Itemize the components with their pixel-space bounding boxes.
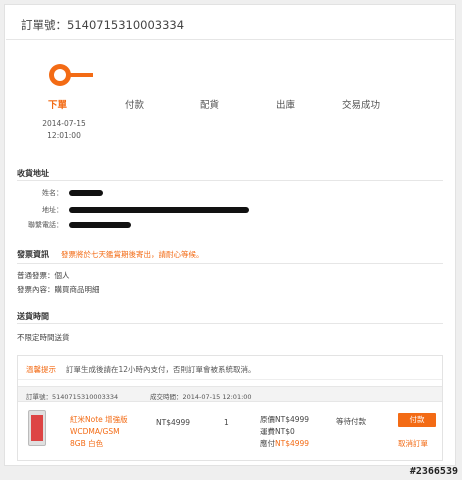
product-name-link[interactable]: 紅米Note 增強版 WCDMA/GSM 8GB 白色	[70, 414, 128, 450]
divider	[17, 323, 443, 324]
order-status: 等待付款	[336, 417, 366, 426]
invoice-note: 發票將於七天鑑賞期後寄出，請耐心等候。	[61, 250, 204, 259]
cancel-order-link[interactable]: 取消訂單	[398, 438, 428, 449]
product-variant: 8GB 白色	[70, 439, 104, 448]
redacted-phone	[69, 222, 131, 228]
order-summary-box: 溫馨提示 訂單生成後請在12小時內支付，否則訂單會被系統取消。 訂單號：5140…	[17, 355, 443, 461]
divider	[17, 180, 443, 181]
reminder-banner: 溫馨提示 訂單生成後請在12小時內支付，否則訂單會被系統取消。	[18, 356, 442, 380]
reminder-text: 訂單生成後請在12小時內支付，否則訂單會被系統取消。	[66, 365, 256, 374]
price-breakdown: 原價NT$4999 運費NT$0 應付NT$4999	[260, 414, 309, 450]
product-network: WCDMA/GSM	[70, 427, 120, 436]
order-number-heading: 訂單號：5140715310003334	[21, 18, 185, 32]
delivery-section-title: 送貨時間	[17, 312, 49, 321]
order-detail-card: 訂單號：5140715310003334 下單 付款 配貨 出庫 交易成功 20…	[4, 4, 456, 466]
delivery-time-value: 不限定時間送貨	[17, 333, 70, 342]
progress-bar	[69, 73, 93, 77]
product-name: 紅米Note 增強版	[70, 415, 128, 424]
phone-label: 聯繫電話：	[28, 221, 63, 229]
step-shipped: 出庫	[276, 100, 296, 111]
invoice-type: 普通發票：個人	[17, 271, 70, 280]
pay-button[interactable]: 付款	[398, 413, 436, 427]
order-row-header: 訂單號：5140715310003334 成交時間：2014-07-15 12:…	[18, 386, 442, 402]
step-completed: 交易成功	[342, 100, 381, 111]
redacted-name	[69, 190, 103, 196]
reminder-title: 溫馨提示	[26, 365, 56, 374]
step-order-placed: 下單	[48, 100, 68, 111]
unit-price: NT$4999	[156, 418, 191, 427]
step-picking: 配貨	[200, 100, 220, 111]
step-payment: 付款	[125, 100, 145, 111]
watermark: #2366539	[409, 466, 458, 477]
address-section-title: 收貨地址	[17, 169, 49, 178]
progress-current-step-icon	[49, 64, 71, 86]
quantity: 1	[224, 418, 229, 427]
amount-due-value: NT$4999	[275, 439, 310, 448]
shipping-fee: 運費NT$0	[260, 427, 295, 436]
redacted-address	[69, 207, 249, 213]
name-label: 姓名：	[42, 189, 63, 197]
header-order-time: 成交時間：2014-07-15 12:01:00	[150, 393, 252, 401]
address-label: 地址：	[42, 206, 63, 214]
invoice-content: 發票內容：購買商品明細	[17, 285, 100, 294]
header-order-number: 訂單號：5140715310003334	[26, 393, 119, 401]
step-date: 2014-07-15	[42, 119, 86, 128]
step-time: 12:01:00	[47, 131, 81, 140]
amount-due: 應付NT$4999	[260, 439, 310, 448]
original-price: 原價NT$4999	[260, 415, 310, 424]
divider	[6, 39, 454, 40]
product-thumbnail[interactable]	[28, 410, 46, 446]
invoice-section-title: 發票資訊	[17, 250, 49, 259]
step-timestamp: 2014-07-15 12:01:00	[37, 118, 91, 142]
divider	[17, 263, 443, 264]
